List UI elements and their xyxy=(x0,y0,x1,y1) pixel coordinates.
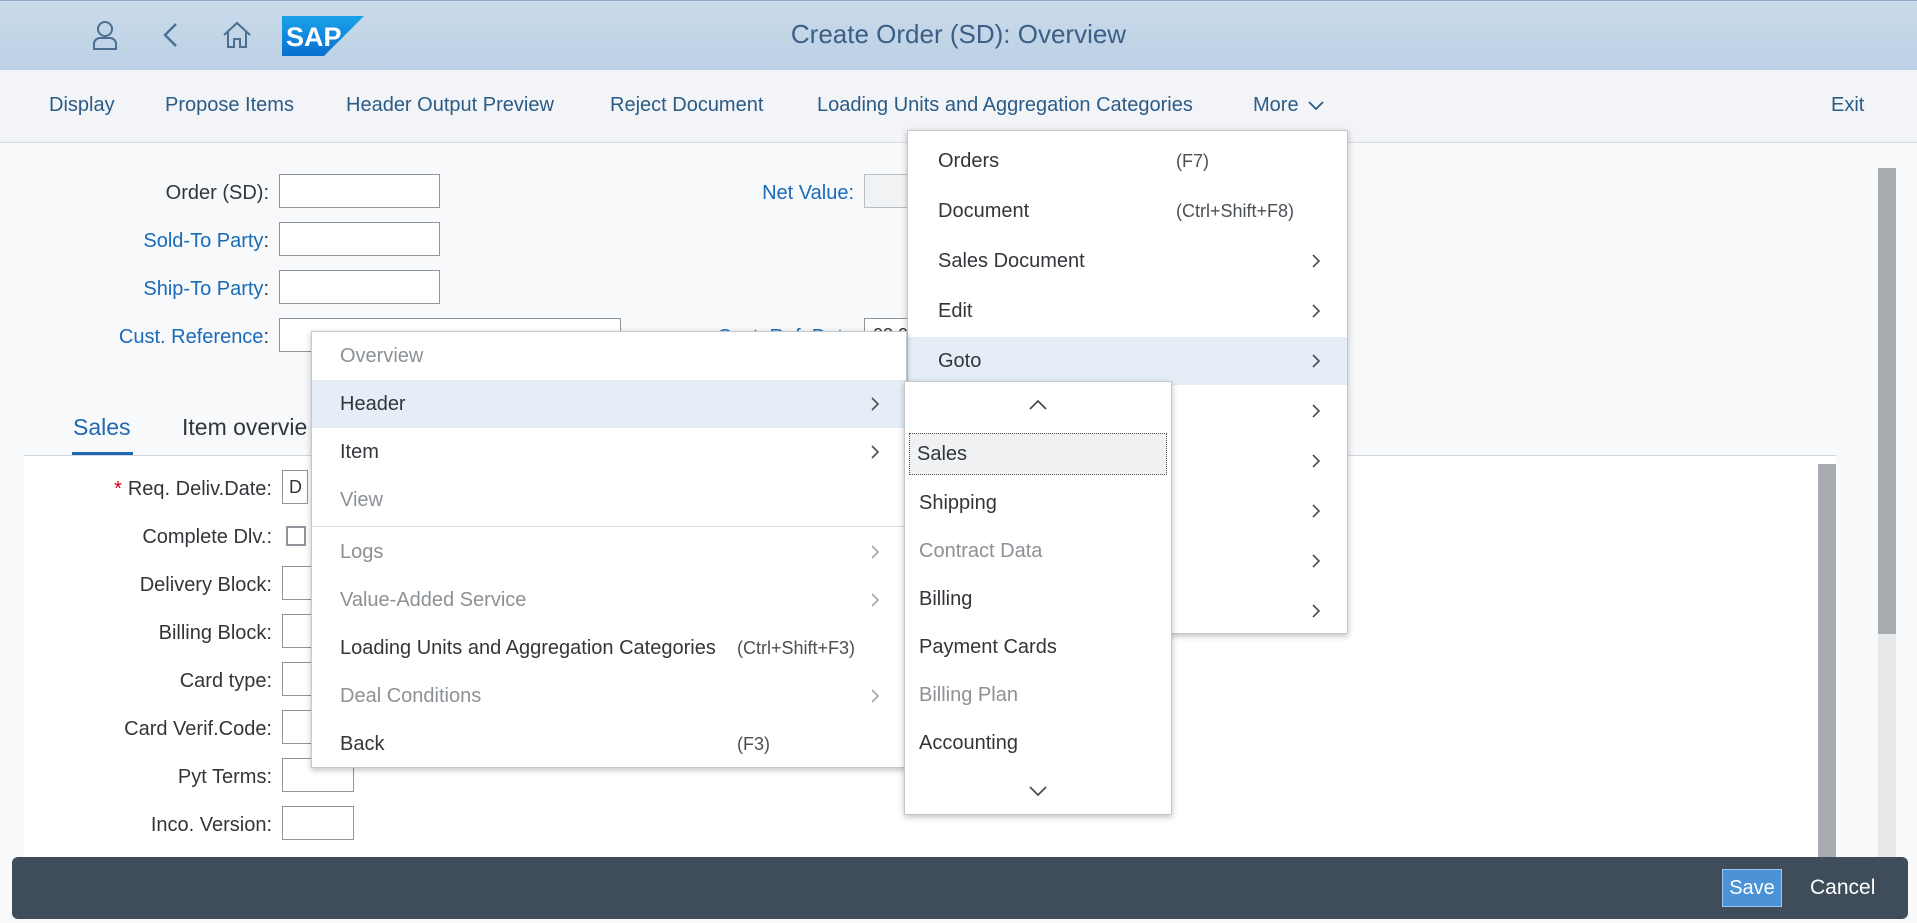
chevron-right-icon xyxy=(1312,354,1321,368)
chevron-right-icon xyxy=(871,689,880,703)
menu-item-billing[interactable]: Billing xyxy=(905,575,1171,623)
menu-item-billing-plan: Billing Plan xyxy=(919,683,1018,706)
menu-item-edit[interactable]: Edit xyxy=(908,287,1347,335)
cancel-button[interactable]: Cancel xyxy=(1810,876,1875,900)
menu-item-sales-document[interactable]: Sales Document xyxy=(908,237,1347,285)
menu-item-payment-cards[interactable]: Payment Cards xyxy=(905,623,1171,671)
menu-item-back[interactable]: Back (F3) xyxy=(312,720,906,768)
exit-button[interactable]: Exit xyxy=(1831,94,1864,117)
menu-item-header[interactable]: Header xyxy=(312,380,906,428)
menu-item-goto[interactable]: Goto xyxy=(908,337,1347,385)
chevron-right-icon xyxy=(1312,604,1321,618)
menu-item-contract-data: Contract Data xyxy=(919,539,1043,562)
menu-item-document[interactable]: Document (Ctrl+Shift+F8) xyxy=(908,187,1347,235)
shell-bar: SAP Create Order (SD): Overview xyxy=(0,0,1917,70)
menu-item-accounting[interactable]: Accounting xyxy=(905,719,1171,767)
chevron-right-icon xyxy=(871,545,880,559)
panel-scrollbar-thumb[interactable] xyxy=(1818,464,1836,859)
tab-active-indicator xyxy=(72,452,133,455)
menu-item-view: View xyxy=(340,488,383,511)
complete-dlv-checkbox[interactable] xyxy=(286,526,306,546)
order-sd-label: Order (SD): xyxy=(165,182,269,204)
page-title: Create Order (SD): Overview xyxy=(790,19,1127,49)
chevron-right-icon xyxy=(871,397,880,411)
card-verif-label: Card Verif.Code: xyxy=(124,718,272,740)
scroll-down-button[interactable] xyxy=(905,768,1171,814)
pyt-terms-label: Pyt Terms: xyxy=(177,766,272,788)
footer-bar xyxy=(12,857,1908,919)
save-button[interactable]: Save xyxy=(1722,869,1782,907)
delivery-block-label: Delivery Block: xyxy=(139,574,272,596)
billing-block-label: Billing Block: xyxy=(158,622,272,644)
chevron-down-icon xyxy=(1308,101,1324,111)
chevron-right-icon xyxy=(1312,504,1321,518)
inco-version-label: Inco. Version: xyxy=(150,814,272,836)
menu-item-logs: Logs xyxy=(312,528,906,576)
menu-item-item[interactable]: Item xyxy=(312,428,906,476)
chevron-up-icon xyxy=(1029,399,1047,410)
delivery-block-input[interactable] xyxy=(282,566,312,600)
chevron-down-icon xyxy=(1029,786,1047,797)
menu-item-sales[interactable]: Sales xyxy=(909,433,1167,475)
req-deliv-date-input[interactable]: D xyxy=(282,470,308,504)
ship-to-input[interactable] xyxy=(279,270,440,304)
page-scrollbar[interactable] xyxy=(1878,168,1896,858)
more-button[interactable]: More xyxy=(1253,94,1325,117)
chevron-right-icon xyxy=(1312,404,1321,418)
complete-dlv-label: Complete Dlv.: xyxy=(142,526,272,548)
menu-item-shipping[interactable]: Shipping xyxy=(905,479,1171,527)
sold-to-label: Sold-To Party: xyxy=(143,230,269,252)
sold-to-input[interactable] xyxy=(279,222,440,256)
menu-separator xyxy=(312,526,906,527)
menu-item-deal-conditions: Deal Conditions xyxy=(312,672,906,720)
req-deliv-date-label: * Req. Deliv.Date: xyxy=(114,478,272,500)
menu-item-overview: Overview xyxy=(340,344,424,367)
cust-reference-label: Cust. Reference: xyxy=(118,326,269,348)
tab-item-overview[interactable]: Item overvie xyxy=(182,414,307,441)
loading-units-button[interactable]: Loading Units and Aggregation Categories xyxy=(817,94,1193,117)
reject-document-button[interactable]: Reject Document xyxy=(610,94,763,117)
menu-item-value-added-service: Value-Added Service xyxy=(312,576,906,624)
more-label: More xyxy=(1253,94,1299,116)
billing-block-input[interactable] xyxy=(282,614,312,648)
goto-menu: Overview Header Item View Logs Value-Add… xyxy=(311,331,907,768)
page-scrollbar-thumb[interactable] xyxy=(1878,168,1896,634)
card-type-input[interactable] xyxy=(282,662,312,696)
menu-item-loading-units[interactable]: Loading Units and Aggregation Categories… xyxy=(312,624,906,672)
card-verif-input[interactable] xyxy=(282,710,312,744)
scroll-up-button[interactable] xyxy=(905,382,1171,428)
tab-sales[interactable]: Sales xyxy=(73,414,131,441)
chevron-right-icon xyxy=(1312,554,1321,568)
panel-scrollbar[interactable] xyxy=(1818,464,1836,859)
chevron-right-icon xyxy=(1312,454,1321,468)
ship-to-label: Ship-To Party: xyxy=(143,278,269,300)
net-value-label: Net Value: xyxy=(762,182,854,204)
chevron-right-icon xyxy=(1312,254,1321,268)
net-value-input xyxy=(864,174,912,208)
order-sd-input[interactable] xyxy=(279,174,440,208)
chevron-right-icon xyxy=(1312,304,1321,318)
propose-items-button[interactable]: Propose Items xyxy=(165,94,294,117)
inco-version-input[interactable] xyxy=(282,806,354,840)
chevron-right-icon xyxy=(871,593,880,607)
header-menu: Sales Shipping Contract Data Billing Pay… xyxy=(904,381,1172,815)
chevron-right-icon xyxy=(871,445,880,459)
card-type-label: Card type: xyxy=(179,670,272,692)
display-button[interactable]: Display xyxy=(49,94,115,117)
header-output-preview-button[interactable]: Header Output Preview xyxy=(346,94,554,117)
menu-item-orders[interactable]: Orders (F7) xyxy=(908,137,1347,185)
